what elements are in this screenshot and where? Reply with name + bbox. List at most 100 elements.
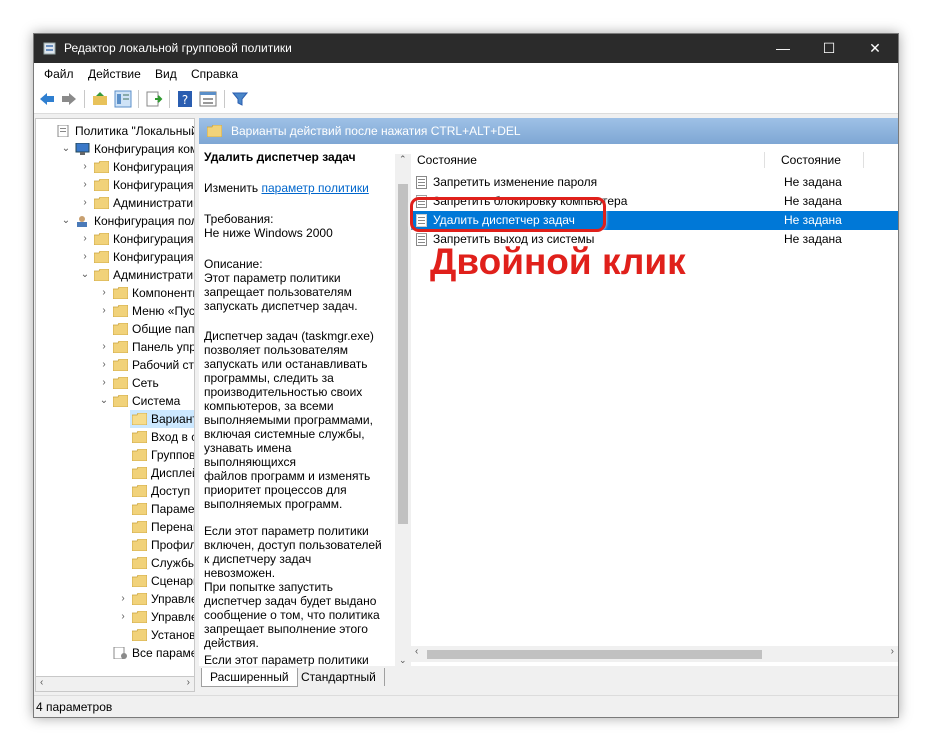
tree-item[interactable]: › Рабочий стол <box>36 356 194 374</box>
tree-item[interactable]: Сценарии <box>36 572 194 590</box>
menu-file[interactable]: Файл <box>44 67 74 81</box>
tree-item[interactable]: › Компоненты <box>36 284 194 302</box>
chevron-right-icon[interactable]: › <box>80 230 90 248</box>
filter-icon[interactable] <box>231 90 249 108</box>
tree-item-label: Система <box>132 394 181 408</box>
up-folder-icon[interactable] <box>91 90 109 108</box>
scroll-right-icon[interactable]: › <box>891 646 894 657</box>
tree-item[interactable]: › Конфигурация пр <box>36 230 194 248</box>
tree-item[interactable]: Перенапр <box>36 518 194 536</box>
chevron-down-icon[interactable]: ⌄ <box>99 392 109 410</box>
annotation-label: Двойной клик <box>430 241 686 282</box>
menu-help[interactable]: Справка <box>191 67 238 81</box>
tree-item[interactable]: Все параметр <box>36 644 194 662</box>
tree-item[interactable]: Профили <box>36 536 194 554</box>
setting-state: Не задана <box>784 194 842 208</box>
tree-item[interactable]: › Конфигурация W <box>36 248 194 266</box>
tree-item[interactable]: ⌄ Административн <box>36 266 194 284</box>
maximize-button[interactable]: ☐ <box>806 34 852 63</box>
chevron-down-icon[interactable]: ⌄ <box>61 140 71 158</box>
scrollbar-thumb[interactable] <box>398 184 408 524</box>
tree-item[interactable]: › Сеть <box>36 374 194 392</box>
tree-item[interactable]: › Конфигурация пр <box>36 158 194 176</box>
tree-item[interactable]: Политика "Локальный к <box>36 122 194 140</box>
column-name-header[interactable]: Состояние <box>417 148 477 172</box>
edit-policy-link[interactable]: параметр политики <box>261 181 368 195</box>
chevron-right-icon[interactable]: › <box>99 338 109 356</box>
close-button[interactable]: ✕ <box>852 34 898 63</box>
tree-item[interactable]: ⌄ Конфигурация компь <box>36 140 194 158</box>
forward-arrow-icon[interactable] <box>60 90 78 108</box>
tab-standard[interactable]: Стандартный <box>293 668 385 686</box>
scroll-up-icon[interactable]: ⌃ <box>399 154 407 165</box>
chevron-right-icon[interactable]: › <box>80 248 90 266</box>
tree-item[interactable]: › Управлен <box>36 590 194 608</box>
status-bar: 4 параметров <box>34 695 898 717</box>
tree-horizontal-scrollbar[interactable]: ‹ › <box>35 676 195 692</box>
help-icon[interactable]: ? <box>176 90 194 108</box>
tree-item-label: Административн <box>113 268 194 282</box>
export-list-icon[interactable] <box>145 90 163 108</box>
tree-item[interactable]: Вход в сис <box>36 428 194 446</box>
navigation-tree[interactable]: Политика "Локальный к ⌄ Конфигурация компь… <box>35 118 195 692</box>
tree-item[interactable]: › Панель управ <box>36 338 194 356</box>
menu-action[interactable]: Действие <box>88 67 141 81</box>
description-paragraph-3: Если этот параметр политики включен, дост… <box>204 524 382 650</box>
tree-item[interactable]: ⌄ Конфигурация поль <box>36 212 194 230</box>
tree-item[interactable]: › Конфигурация W <box>36 176 194 194</box>
status-text: 4 параметров <box>36 700 113 714</box>
scroll-left-icon[interactable]: ‹ <box>40 677 43 688</box>
chevron-right-icon[interactable]: › <box>118 590 128 608</box>
folder-icon <box>132 629 147 641</box>
chevron-right-icon[interactable]: › <box>99 284 109 302</box>
tree-item[interactable]: Установка <box>36 626 194 644</box>
minimize-button[interactable]: — <box>760 34 806 63</box>
chevron-right-icon[interactable]: › <box>80 176 90 194</box>
chevron-down-icon[interactable]: ⌄ <box>61 212 71 230</box>
column-separator[interactable] <box>863 152 864 168</box>
description-paragraph-2: Диспетчер задач (taskmgr.exe) позволяет п… <box>204 329 374 511</box>
menu-view[interactable]: Вид <box>155 67 177 81</box>
view-tabs: Расширенный Стандартный <box>199 666 898 692</box>
scrollbar-thumb[interactable] <box>427 650 762 659</box>
tree-item[interactable]: Общие папки <box>36 320 194 338</box>
tree-item-label: Конфигурация компь <box>94 142 194 156</box>
tree-item[interactable]: Групповая <box>36 446 194 464</box>
tree-item[interactable]: Варианты <box>130 410 194 428</box>
user-icon <box>77 216 87 227</box>
back-arrow-icon[interactable] <box>38 90 56 108</box>
folder-icon <box>132 431 147 443</box>
title-bar[interactable]: Редактор локальной групповой политики — … <box>34 34 898 63</box>
tree-item[interactable]: Параметр <box>36 500 194 518</box>
folder-icon <box>94 197 109 209</box>
scroll-down-icon[interactable]: ⌄ <box>399 655 407 666</box>
tree-item[interactable]: ⌄ Система <box>36 392 194 410</box>
properties-icon[interactable] <box>199 90 217 108</box>
tree-item[interactable]: › Административн <box>36 194 194 212</box>
chevron-right-icon[interactable]: › <box>99 374 109 392</box>
tree-item-label: Сценарии <box>151 574 194 588</box>
chevron-right-icon[interactable]: › <box>80 194 90 212</box>
chevron-right-icon[interactable]: › <box>80 158 90 176</box>
list-horizontal-scrollbar[interactable]: ‹ › <box>411 646 898 662</box>
column-state-header[interactable]: Состояние <box>781 148 841 172</box>
tree-item-label: Доступ к с <box>151 484 194 498</box>
tree-item[interactable]: Службы я <box>36 554 194 572</box>
chevron-right-icon[interactable]: › <box>118 608 128 626</box>
chevron-right-icon[interactable]: › <box>99 302 109 320</box>
tree-item[interactable]: › Меню «Пуск» <box>36 302 194 320</box>
tree-item[interactable]: Доступ к с <box>36 482 194 500</box>
column-separator[interactable] <box>764 152 765 168</box>
tree-item[interactable]: Дисплей <box>36 464 194 482</box>
scroll-right-icon[interactable]: › <box>187 677 190 688</box>
tree-item[interactable]: › Управлен <box>36 608 194 626</box>
scroll-left-icon[interactable]: ‹ <box>415 646 418 657</box>
chevron-down-icon[interactable]: ⌄ <box>80 266 90 284</box>
show-tree-icon[interactable] <box>114 90 132 108</box>
requirements-label: Требования: <box>204 212 274 226</box>
setting-row[interactable]: Запретить изменение пароля Не задана <box>411 173 898 192</box>
chevron-right-icon[interactable]: › <box>99 356 109 374</box>
tree-item-label: Управлен <box>151 592 194 606</box>
tab-extended[interactable]: Расширенный <box>201 668 298 687</box>
description-scrollbar[interactable]: ⌃ ⌄ <box>395 154 411 666</box>
